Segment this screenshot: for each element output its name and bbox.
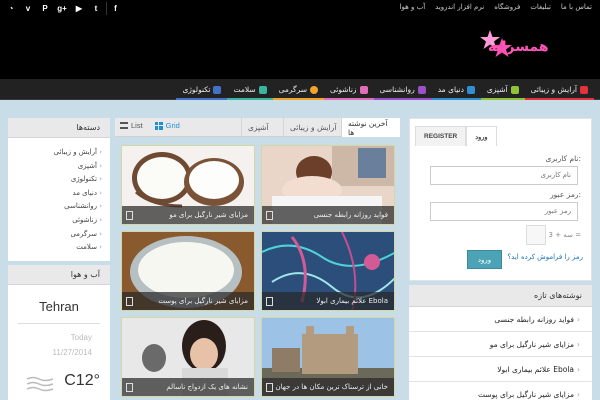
password-input[interactable] xyxy=(430,202,578,221)
divider xyxy=(18,322,100,324)
category-item[interactable]: دنیای مد xyxy=(16,187,102,201)
weather-title: آب و هوا xyxy=(8,264,110,285)
vimeo-icon[interactable]: v xyxy=(21,2,35,15)
monitor-icon xyxy=(213,85,222,94)
top-link-contact[interactable]: تماس با ما xyxy=(561,3,592,11)
google-plus-icon[interactable]: g+ xyxy=(55,2,69,15)
pinterest-icon[interactable]: P xyxy=(38,2,52,15)
nav-item-entertainment[interactable]: سرگرمی xyxy=(272,79,325,100)
nav-item-cooking[interactable]: آشپزی xyxy=(480,79,525,100)
recent-posts-widget: نوشته‌های تازه فواید روزانه رابطه جنسی م… xyxy=(409,285,592,400)
post-card[interactable]: مزایای شیر نارگیل برای مو xyxy=(121,145,255,225)
weather-city: Tehran xyxy=(39,298,79,314)
login-button[interactable]: ورود xyxy=(467,250,502,269)
document-icon xyxy=(266,297,273,306)
top-bar: ◔ v P g+ ▶ t f تماس با ما تبلیغات فروشگا… xyxy=(0,0,600,17)
main-nav: آرایش و زیبائی آشپزی دنیای مد روانشناسی … xyxy=(0,79,600,100)
smiley-icon xyxy=(310,85,319,94)
top-link-ads[interactable]: تبلیغات xyxy=(530,3,551,11)
social-links: ◔ v P g+ ▶ t f xyxy=(4,2,124,15)
list-view-button[interactable]: List xyxy=(120,121,143,130)
category-item[interactable]: آشپزی xyxy=(16,160,102,174)
view-switch: List Grid xyxy=(120,121,180,130)
nav-item-psychology[interactable]: روانشناسی xyxy=(373,79,432,100)
rings-icon xyxy=(359,85,368,94)
recent-post-item[interactable]: علائم بیماری ابولا Ebola xyxy=(409,357,592,382)
document-icon xyxy=(126,297,133,306)
lipstick-icon xyxy=(580,85,588,94)
weather-widget: Tehran Today 11/27/2014 C12° xyxy=(8,284,110,400)
recent-posts-title: نوشته‌های تازه xyxy=(409,285,592,307)
right-sidebar: ورود REGISTER نام کاربری: رمز عبور: 3 + … xyxy=(409,118,592,400)
categories-list: آرایش و زیبائی آشپزی تکنولوژی دنیای مد ر… xyxy=(8,138,110,261)
username-input[interactable] xyxy=(430,166,578,185)
grid-icon xyxy=(154,121,163,130)
posts-tabs: List Grid آشپزی آرایش و زیبائی آخرین نوش… xyxy=(115,118,400,137)
captcha-answer-input[interactable] xyxy=(526,225,546,245)
tab-register[interactable]: REGISTER xyxy=(415,126,467,146)
document-icon xyxy=(266,383,273,392)
document-icon xyxy=(126,211,133,220)
username-label: نام کاربری: xyxy=(545,154,581,163)
category-item[interactable]: آرایش و زیبائی xyxy=(16,146,102,160)
password-label: رمز عبور: xyxy=(550,190,581,199)
tab-beauty[interactable]: آرایش و زیبائی xyxy=(283,118,342,137)
posts-tabs-panel: List Grid آشپزی آرایش و زیبائی آخرین نوش… xyxy=(115,118,400,400)
category-item[interactable]: سرگرمی xyxy=(16,228,102,242)
site-logo[interactable]: همسرانه xyxy=(488,39,549,55)
facebook-icon[interactable]: f xyxy=(106,2,124,15)
post-card-caption: نشانه های یک ازدواج ناسالم xyxy=(122,378,254,396)
youtube-icon[interactable]: ▶ xyxy=(72,2,86,15)
document-icon xyxy=(126,383,133,392)
login-widget: ورود REGISTER نام کاربری: رمز عبور: 3 + … xyxy=(409,118,592,281)
category-item[interactable]: روانشناسی xyxy=(16,200,102,214)
post-card[interactable]: مزایای شیر نارگیل برای پوست xyxy=(121,231,255,311)
post-card-caption: مزایای شیر نارگیل برای مو xyxy=(122,206,254,224)
forgot-password-link[interactable]: رمز را فراموش کرده اید؟ xyxy=(507,253,583,261)
tab-login[interactable]: ورود xyxy=(466,126,497,146)
list-icon xyxy=(120,122,128,129)
post-card[interactable]: خانی از ترسناک ترین مکان ها در جهان xyxy=(261,317,395,397)
recent-post-item[interactable]: فواید روزانه رابطه جنسی xyxy=(409,307,592,332)
category-item[interactable]: تکنولوژی xyxy=(16,173,102,187)
weather-date: 11/27/2014 xyxy=(52,347,92,357)
top-link-android-app[interactable]: نرم افزار اندروید xyxy=(435,3,484,11)
grid-view-button[interactable]: Grid xyxy=(154,121,180,130)
nav-item-fashion[interactable]: دنیای مد xyxy=(431,79,481,100)
pot-icon xyxy=(510,85,519,94)
left-sidebar: دسته‌ها آرایش و زیبائی آشپزی تکنولوژی دن… xyxy=(8,118,110,400)
nav-item-technology[interactable]: تکنولوژی xyxy=(176,79,228,100)
post-card[interactable]: علائم بیماری ابولا Ebola xyxy=(261,231,395,311)
captcha-question: 3 + سه = xyxy=(548,231,582,239)
post-card-caption: مزایای شیر نارگیل برای پوست xyxy=(122,292,254,310)
weather-temperature: C12° xyxy=(64,371,100,389)
rss-icon[interactable]: ◔ xyxy=(4,2,18,15)
weather-today-label: Today xyxy=(70,332,92,342)
health-icon xyxy=(258,85,267,94)
category-item[interactable]: زناشوئی xyxy=(16,214,102,228)
dress-icon xyxy=(466,85,475,94)
wind-icon xyxy=(26,376,54,391)
recent-post-item[interactable]: مزایای شیر نارگیل برای پوست xyxy=(409,382,592,400)
top-link-shop[interactable]: فروشگاه xyxy=(494,3,520,11)
post-card-caption: علائم بیماری ابولا Ebola xyxy=(262,292,394,310)
login-tabs: ورود REGISTER xyxy=(415,126,497,146)
tab-cooking[interactable]: آشپزی xyxy=(241,118,275,137)
recent-post-item[interactable]: مزایای شیر نارگیل برای مو xyxy=(409,332,592,357)
top-links: تماس با ما تبلیغات فروشگاه نرم افزار اند… xyxy=(400,3,592,11)
category-item[interactable]: سلامت xyxy=(16,241,102,255)
twitter-icon[interactable]: t xyxy=(89,2,103,15)
nav-item-marriage[interactable]: زناشوئی xyxy=(324,79,374,100)
nav-item-beauty[interactable]: آرایش و زیبائی xyxy=(524,79,594,100)
categories-title: دسته‌ها xyxy=(8,118,110,138)
post-card-caption: خانی از ترسناک ترین مکان ها در جهان xyxy=(262,378,394,396)
post-card[interactable]: فواید روزانه رابطه جنسی xyxy=(261,145,395,225)
top-link-weather[interactable]: آب و هوا xyxy=(400,3,426,11)
nav-item-health[interactable]: سلامت xyxy=(227,79,273,100)
post-card[interactable]: نشانه های یک ازدواج ناسالم xyxy=(121,317,255,397)
brain-icon xyxy=(417,85,426,94)
tab-latest-posts[interactable]: آخرین نوشته ها xyxy=(341,118,400,137)
post-card-caption: فواید روزانه رابطه جنسی xyxy=(262,206,394,224)
document-icon xyxy=(266,211,273,220)
